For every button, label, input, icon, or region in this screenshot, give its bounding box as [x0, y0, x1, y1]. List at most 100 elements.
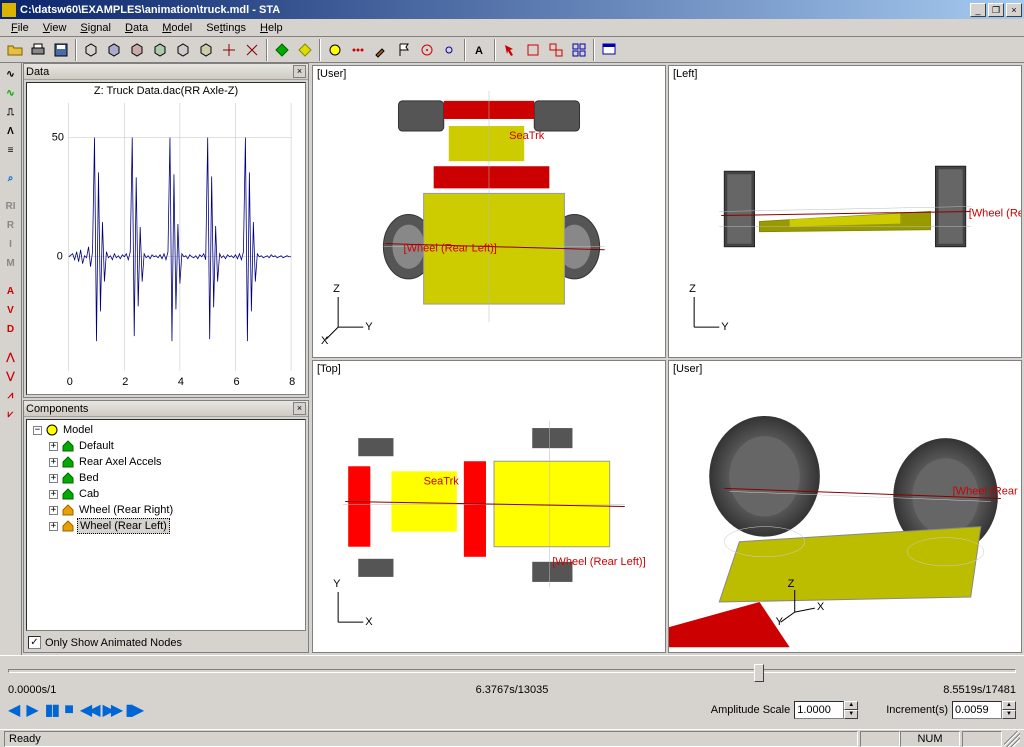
link-icon[interactable] — [439, 39, 461, 61]
lt-d[interactable]: D — [2, 320, 20, 338]
lt-peak[interactable]: Λ — [2, 122, 20, 140]
step-button[interactable]: ▮▶ — [125, 700, 142, 720]
lt-m[interactable]: M — [2, 254, 20, 272]
inc-up[interactable]: ▲ — [1002, 701, 1016, 710]
svg-text:50: 50 — [52, 132, 64, 144]
increment-spinner[interactable]: ▲▼ — [952, 701, 1016, 719]
data-panel-close[interactable]: × — [293, 65, 306, 78]
expand-icon[interactable]: + — [49, 458, 58, 467]
lt-ri[interactable]: RI — [2, 197, 20, 215]
amplitude-input[interactable] — [794, 701, 844, 719]
tree-item[interactable]: + Rear Axel Accels — [29, 454, 303, 470]
brush-icon[interactable] — [370, 39, 392, 61]
expand-icon[interactable]: + — [49, 474, 58, 483]
print-icon[interactable] — [27, 39, 49, 61]
tree-item[interactable]: + Default — [29, 438, 303, 454]
resize-grip[interactable] — [1004, 731, 1020, 747]
save-icon[interactable] — [50, 39, 72, 61]
lt-search[interactable]: ⌕ — [2, 169, 20, 187]
collapse-icon[interactable]: − — [33, 426, 42, 435]
flag-icon[interactable] — [393, 39, 415, 61]
components-panel-close[interactable]: × — [293, 402, 306, 415]
maximize-button[interactable]: ❐ — [988, 3, 1004, 17]
increment-label: Increment(s) — [886, 704, 948, 716]
axis1-icon[interactable] — [218, 39, 240, 61]
cube5-icon[interactable] — [172, 39, 194, 61]
tree-item-selected[interactable]: + Wheel (Rear Left) — [29, 518, 303, 534]
text-icon[interactable]: A — [469, 39, 491, 61]
menu-signal[interactable]: Signal — [73, 20, 118, 36]
expand-icon[interactable]: + — [49, 442, 58, 451]
stop-button[interactable]: ■ — [64, 701, 74, 719]
only-animated-checkbox[interactable]: ✓ — [28, 636, 41, 649]
viewport-top[interactable]: [Top] SeaTrk [Wheel (Rear Left)] YX — [312, 360, 666, 653]
lt-a[interactable]: A — [2, 282, 20, 300]
tree-item[interactable]: + Cab — [29, 486, 303, 502]
svg-text:[Wheel (Rear Left)]: [Wheel (Rear Left)] — [969, 208, 1021, 220]
time-end: 8.5519s/17481 — [680, 684, 1016, 696]
svg-text:Y: Y — [333, 578, 341, 590]
tree-root[interactable]: − Model — [29, 422, 303, 438]
pause-button[interactable]: ▮▮ — [45, 700, 59, 720]
lt-lines[interactable]: ≡ — [2, 141, 20, 159]
increment-input[interactable] — [952, 701, 1002, 719]
tree-label: Default — [77, 439, 116, 453]
expand-icon[interactable]: + — [49, 506, 58, 515]
time-slider[interactable] — [8, 662, 1016, 680]
cube2-icon[interactable] — [103, 39, 125, 61]
play-fwd-button[interactable]: ▶ — [26, 700, 38, 720]
cube1-icon[interactable] — [80, 39, 102, 61]
box2-icon[interactable] — [545, 39, 567, 61]
rewind-button[interactable]: ◀◀ — [80, 700, 97, 720]
lt-up2[interactable]: ⩘ — [2, 386, 20, 404]
close-button[interactable]: × — [1006, 3, 1022, 17]
amplitude-spinner[interactable]: ▲▼ — [794, 701, 858, 719]
target-icon[interactable] — [416, 39, 438, 61]
data-chart[interactable]: Z: Truck Data.dac(RR Axle-Z) 50 0 0 2 4 — [26, 82, 306, 395]
lt-down[interactable]: ⋁ — [2, 367, 20, 385]
slider-thumb[interactable] — [754, 664, 764, 682]
menu-model[interactable]: Model — [155, 20, 199, 36]
lt-wave2[interactable]: ∿ — [2, 84, 20, 102]
inc-dn[interactable]: ▼ — [1002, 710, 1016, 719]
open-icon[interactable] — [4, 39, 26, 61]
play-rev-button[interactable]: ◀ — [8, 700, 20, 720]
lt-pulse[interactable]: ⎍ — [2, 103, 20, 121]
arrow-icon[interactable] — [499, 39, 521, 61]
menu-view[interactable]: View — [36, 20, 74, 36]
tree-label: Wheel (Rear Right) — [77, 503, 175, 517]
box1-icon[interactable] — [522, 39, 544, 61]
tree-item[interactable]: + Bed — [29, 470, 303, 486]
tree-item[interactable]: + Wheel (Rear Right) — [29, 502, 303, 518]
diamond-yellow-icon[interactable] — [294, 39, 316, 61]
lt-i[interactable]: I — [2, 235, 20, 253]
menu-help[interactable]: Help — [253, 20, 290, 36]
minimize-button[interactable]: _ — [970, 3, 986, 17]
lt-v[interactable]: V — [2, 301, 20, 319]
menu-settings[interactable]: Settings — [199, 20, 253, 36]
diamond-green-icon[interactable] — [271, 39, 293, 61]
lt-dn2[interactable]: ⩗ — [2, 405, 20, 423]
viewport-left[interactable]: [Left] [Wheel (Rear Left)] ZY — [668, 65, 1022, 358]
axis2-icon[interactable] — [241, 39, 263, 61]
viewport-user-bottom[interactable]: [User] [Wheel (Rear Left)] ZXY — [668, 360, 1022, 653]
lt-r[interactable]: R — [2, 216, 20, 234]
cube4-icon[interactable] — [149, 39, 171, 61]
cube3-icon[interactable] — [126, 39, 148, 61]
expand-icon[interactable]: + — [49, 490, 58, 499]
dots-icon[interactable] — [347, 39, 369, 61]
menu-file[interactable]: File — [4, 20, 36, 36]
circle-yellow-icon[interactable] — [324, 39, 346, 61]
amp-up[interactable]: ▲ — [844, 701, 858, 710]
expand-icon[interactable]: + — [49, 522, 58, 531]
cube6-icon[interactable] — [195, 39, 217, 61]
grid-icon[interactable] — [568, 39, 590, 61]
viewport-user-top[interactable]: [User] — [312, 65, 666, 358]
lt-up[interactable]: ⋀ — [2, 348, 20, 366]
menu-data[interactable]: Data — [118, 20, 155, 36]
components-tree[interactable]: − Model + Default + Rear Axel Accels + — [26, 419, 306, 631]
window-icon[interactable] — [598, 39, 620, 61]
amp-dn[interactable]: ▼ — [844, 710, 858, 719]
lt-wave1[interactable]: ∿ — [2, 65, 20, 83]
ffwd-button[interactable]: ▶▶ — [103, 700, 120, 720]
